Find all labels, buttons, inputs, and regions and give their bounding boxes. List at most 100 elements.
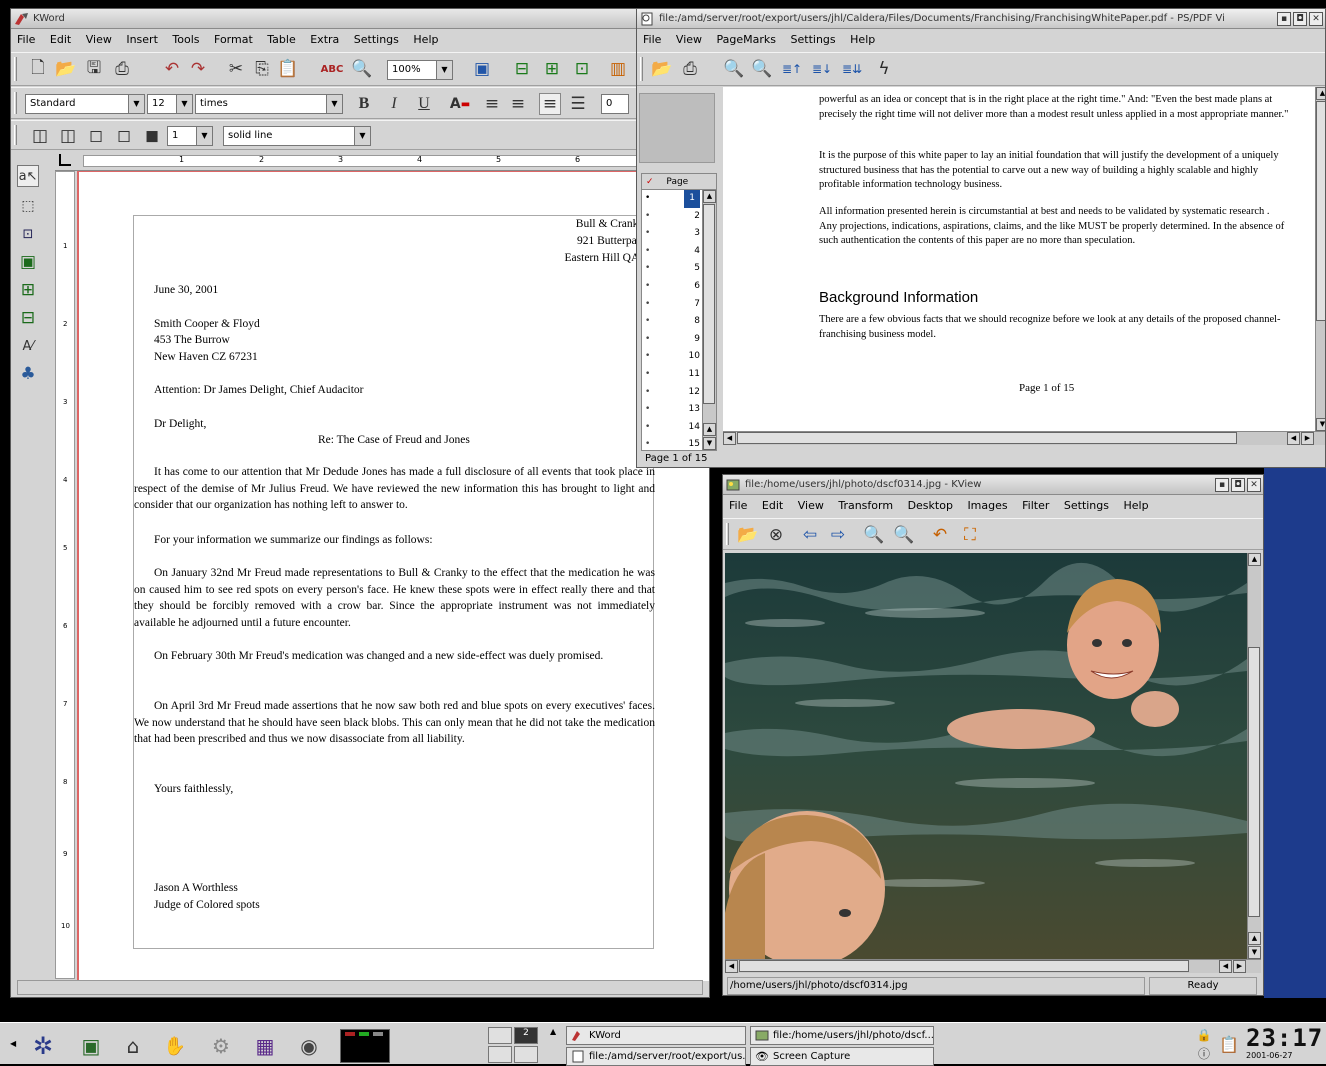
scroll-up-button[interactable]: ▲ — [1316, 87, 1325, 100]
menu-file[interactable]: File — [729, 499, 747, 512]
pager-desktop[interactable]: 3 — [488, 1046, 512, 1063]
copy-icon[interactable]: ⎘ — [251, 58, 273, 80]
paste-icon[interactable]: 📋 — [277, 58, 299, 80]
kword-launcher-icon[interactable]: ▦ — [250, 1031, 280, 1061]
pdf-vertical-scrollbar[interactable]: ▲ ▼ — [1315, 87, 1325, 431]
open-folder-icon[interactable]: 📂 — [55, 58, 77, 80]
indent-input[interactable]: 0 — [601, 94, 629, 114]
task-screen-capture[interactable]: 👁 Screen Capture — [750, 1047, 934, 1066]
insert-part-icon[interactable]: ▥ — [607, 58, 629, 80]
border-left-icon[interactable]: ◫ — [29, 125, 51, 147]
align-left-icon[interactable]: ≡ — [481, 93, 503, 115]
undo-icon[interactable]: ↶ — [161, 58, 183, 80]
print-icon[interactable]: ⎙ — [111, 58, 133, 80]
insert-frame-icon[interactable]: ⊟ — [511, 58, 533, 80]
create-text-frame-icon[interactable]: ⊡ — [17, 223, 39, 245]
print-icon[interactable]: ⎙ — [679, 58, 701, 80]
scroll-right-button[interactable]: ▶ — [1233, 960, 1246, 973]
menu-file[interactable]: File — [643, 33, 661, 46]
scroll-down-button[interactable]: ▼ — [1248, 946, 1261, 959]
page-mark-dot[interactable]: • — [645, 384, 650, 402]
close-image-icon[interactable]: ⊗ — [765, 524, 787, 546]
create-formula-icon[interactable]: ⊟ — [17, 307, 39, 329]
border-top-icon[interactable]: ◻ — [85, 125, 107, 147]
zoom-in-icon[interactable]: 🔍 — [723, 58, 745, 80]
align-center-icon[interactable]: ≡ — [507, 93, 529, 115]
forward-arrow-icon[interactable]: ⇨ — [827, 524, 849, 546]
page-mark-dot[interactable]: • — [645, 436, 650, 450]
scroll-right-button[interactable]: ▶ — [1301, 432, 1314, 445]
scroll-thumb[interactable] — [737, 432, 1237, 444]
page-mark-dot[interactable]: • — [645, 401, 650, 419]
scroll-thumb[interactable] — [1248, 647, 1260, 917]
mark-page-icon[interactable]: ϟ — [873, 58, 895, 80]
photo-image[interactable] — [725, 553, 1247, 959]
menu-desktop[interactable]: Desktop — [908, 499, 953, 512]
minimize-button[interactable]: ▪ — [1277, 12, 1291, 26]
kview-titlebar[interactable]: file:/home/users/jhl/photo/dscf0314.jpg … — [723, 475, 1263, 495]
find-icon[interactable]: 🔍 — [351, 58, 373, 80]
zoom-out-icon[interactable]: 🔍 — [893, 524, 915, 546]
maximize-button[interactable]: ◘ — [1231, 478, 1245, 492]
new-document-icon[interactable]: 🗋 — [27, 58, 49, 80]
close-button[interactable]: ✕ — [1309, 12, 1323, 26]
rotate-icon[interactable]: ↶ — [929, 524, 951, 546]
bold-button[interactable]: B — [353, 93, 375, 115]
zoom-out-icon[interactable]: 🔍 — [751, 58, 773, 80]
horizontal-ruler[interactable]: 1 2 3 4 5 6 7 — [55, 151, 709, 171]
italic-button[interactable]: I — [383, 93, 405, 115]
page-mark-dot[interactable]: • — [645, 225, 650, 243]
border-right-icon[interactable]: ◫ — [57, 125, 79, 147]
task-kview[interactable]: file:/home/users/jhl/photo/dscf... — [750, 1026, 934, 1045]
kword-titlebar[interactable]: KWord — [11, 9, 709, 29]
page-mark-dot[interactable]: • — [645, 419, 650, 437]
align-justify-icon[interactable]: ☰ — [567, 93, 589, 115]
font-select[interactable]: times ▼ — [195, 94, 343, 114]
menu-transform[interactable]: Transform — [838, 499, 893, 512]
create-picture-frame-icon[interactable]: ▣ — [17, 251, 39, 273]
page-list-header[interactable]: ✓ Page — [642, 174, 716, 190]
task-pdf-viewer[interactable]: file:/amd/server/root/export/us... — [566, 1047, 746, 1066]
scroll-left-button[interactable]: ◀ — [725, 960, 738, 973]
insert-object-icon[interactable]: ♣ — [17, 363, 39, 385]
style-select[interactable]: Standard ▼ — [25, 94, 145, 114]
scroll-thumb[interactable] — [1316, 101, 1325, 321]
edit-text-tool-icon[interactable]: a↖ — [17, 165, 39, 187]
menu-settings[interactable]: Settings — [354, 33, 399, 46]
toolbar-handle[interactable] — [14, 57, 17, 81]
page-preview[interactable] — [639, 93, 715, 163]
page-mark-dot[interactable]: • — [645, 208, 650, 226]
maximize-button[interactable]: ◘ — [1293, 12, 1307, 26]
pager-desktop[interactable]: 1 — [488, 1027, 512, 1044]
document-canvas[interactable]: Bull & Cranky, I 921 Butterpan R Eastern… — [77, 171, 709, 981]
clock[interactable]: 23:17 2001-06-27 — [1246, 1025, 1324, 1063]
text-frame[interactable]: Bull & Cranky, I 921 Butterpan R Eastern… — [133, 215, 655, 949]
menu-insert[interactable]: Insert — [126, 33, 158, 46]
align-right-icon[interactable]: ≡ — [539, 93, 561, 115]
kview-vertical-scrollbar[interactable]: ▲ ▲ ▼ — [1247, 553, 1261, 959]
page-mark-dot[interactable]: • — [645, 313, 650, 331]
back-arrow-icon[interactable]: ⇦ — [799, 524, 821, 546]
border-outline-icon[interactable]: ◼ — [141, 125, 163, 147]
page-list-scrollbar[interactable]: ▲ ▲ ▼ — [702, 190, 716, 450]
save-icon[interactable]: 🖫 — [83, 58, 105, 80]
control-center-icon[interactable]: ⚙ — [206, 1031, 236, 1061]
task-kword[interactable]: KWord — [566, 1026, 746, 1045]
previous-page-icon[interactable]: ≣↑ — [781, 58, 803, 80]
border-style-select[interactable]: solid line ▼ — [223, 126, 371, 146]
menu-settings[interactable]: Settings — [791, 33, 836, 46]
page-mark-dot[interactable]: • — [645, 331, 650, 349]
taskbar-scroll-arrow[interactable]: ▲ — [550, 1027, 556, 1036]
scroll-left-button[interactable]: ◀ — [1219, 960, 1232, 973]
text-color-icon[interactable]: A ▬ — [449, 93, 471, 115]
k-menu-icon[interactable]: ✲ — [28, 1031, 58, 1061]
menu-view[interactable]: View — [86, 33, 112, 46]
scroll-up-button[interactable]: ▲ — [1248, 932, 1261, 945]
menu-edit[interactable]: Edit — [762, 499, 783, 512]
last-page-icon[interactable]: ≣⇊ — [841, 58, 863, 80]
menu-help[interactable]: Help — [1124, 499, 1149, 512]
fit-to-window-icon[interactable]: ⛶ — [959, 524, 981, 546]
menu-images[interactable]: Images — [967, 499, 1007, 512]
menu-extra[interactable]: Extra — [310, 33, 339, 46]
open-folder-icon[interactable]: 📂 — [651, 58, 673, 80]
